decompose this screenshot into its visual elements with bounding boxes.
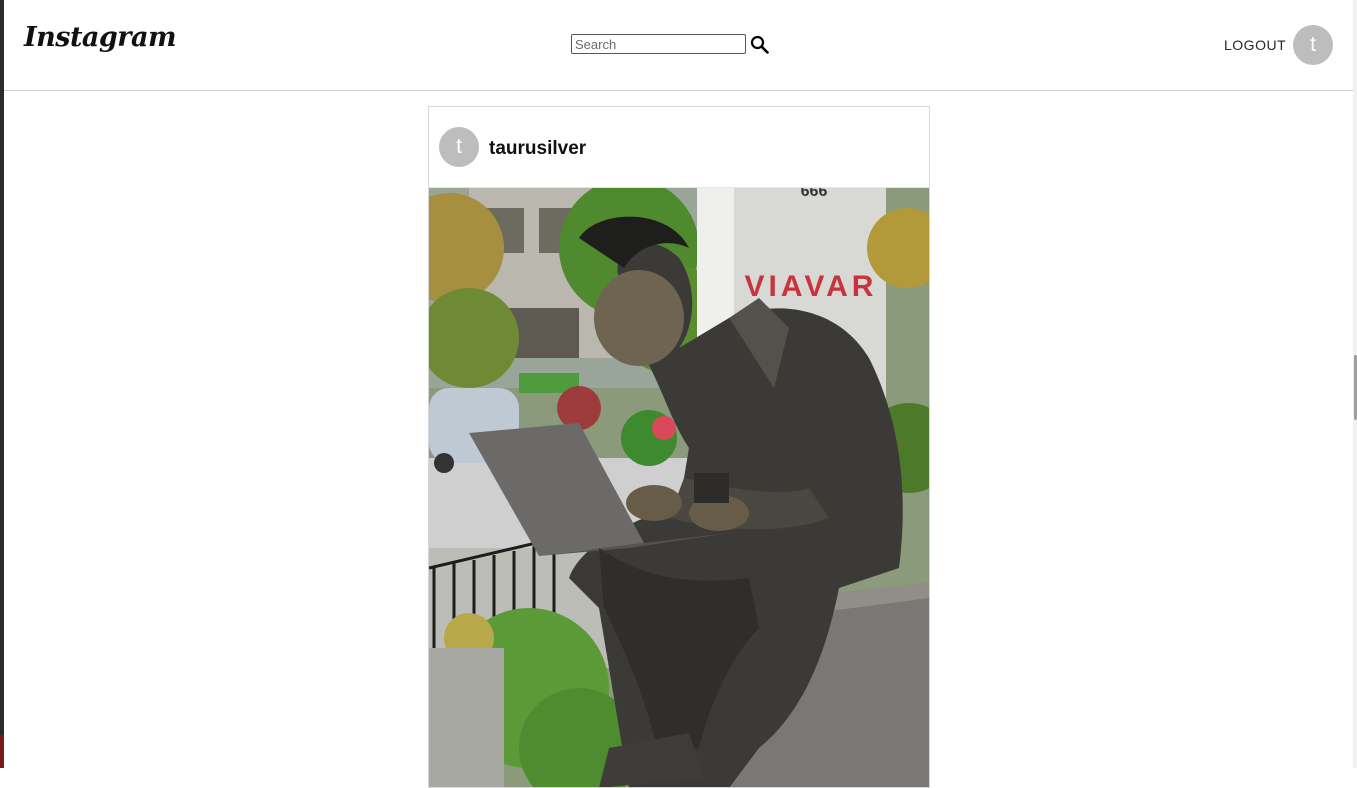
- sign-number: 666: [801, 188, 828, 200]
- logout-button[interactable]: LOGOUT: [1224, 37, 1286, 53]
- post-author-avatar[interactable]: t: [439, 127, 479, 167]
- profile-avatar[interactable]: t: [1293, 25, 1333, 65]
- post-username[interactable]: taurusilver: [489, 138, 586, 160]
- window-left-edge: [0, 0, 4, 768]
- page-scrollbar[interactable]: [1353, 0, 1357, 768]
- post-header: t taurusilver: [429, 107, 929, 188]
- top-navbar: Instagram LOGOUT t: [4, 0, 1353, 91]
- search-icon[interactable]: [750, 35, 770, 55]
- sign-text: VIAVAR: [745, 270, 878, 303]
- post-card: t taurusilver 666 VIAVAR: [428, 106, 930, 788]
- search-bar: [571, 34, 769, 56]
- instagram-logo[interactable]: Instagram: [24, 22, 177, 53]
- search-input[interactable]: [571, 34, 746, 54]
- post-image: 666 VIAVAR: [429, 188, 929, 787]
- window-edge-accent: [0, 735, 4, 768]
